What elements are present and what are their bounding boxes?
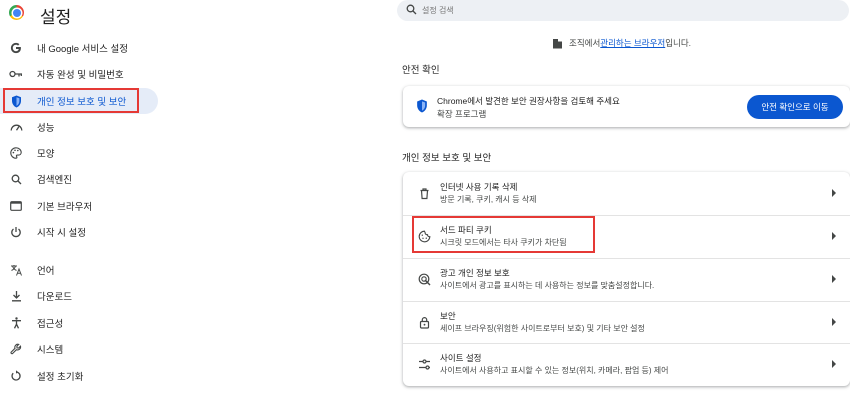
search-icon [406,4,417,15]
sidebar-item-label: 모양 [37,149,55,160]
row-title: 광고 개인 정보 보호 [440,268,510,278]
sidebar-item-label: 내 Google 서비스 설정 [37,44,128,55]
shield-icon [9,94,23,108]
lock-icon [419,317,430,329]
sidebar-item-autofill[interactable]: 자동 완성 및 비밀번호 [0,61,158,87]
safety-check-subtitle: 확장 프로그램 [437,109,487,119]
sidebar-item-label: 성능 [37,123,55,134]
sidebar-item-label: 개인 정보 보호 및 보안 [37,97,127,108]
key-icon [9,67,23,81]
speedometer-icon [9,120,23,134]
wrench-icon [9,342,23,356]
power-icon [9,225,23,239]
safety-check-title: Chrome에서 발견한 보안 권장사항을 검토해 주세요 [437,96,620,106]
sidebar-item-languages[interactable]: 언어 [0,257,158,283]
divider [403,215,850,216]
org-notice-suffix: 입니다. [665,38,692,48]
translate-icon [9,263,23,277]
privacy-heading: 개인 정보 보호 및 보안 [402,153,492,164]
cookie-icon [418,230,431,243]
go-to-safety-check-button[interactable]: 안전 확인으로 이동 [747,95,843,119]
row-third-party-cookies[interactable]: 서드 파티 쿠키 시크릿 모드에서는 타사 쿠키가 차단됨 [403,215,850,258]
sidebar-item-appearance[interactable]: 모양 [0,140,158,166]
reset-icon [9,369,23,383]
row-title: 서드 파티 쿠키 [440,225,492,235]
sidebar-item-system[interactable]: 시스템 [0,336,158,362]
chevron-right-icon [832,360,836,368]
building-icon [553,38,562,48]
ad-privacy-icon [418,273,431,286]
row-security[interactable]: 보안 세이프 브라우징(위험한 사이트로부터 보호) 및 기타 보안 설정 [403,301,850,344]
chevron-right-icon [832,232,836,240]
sidebar-item-label: 언어 [37,266,55,277]
row-title: 사이트 설정 [440,353,482,363]
sidebar-item-privacy-security[interactable]: 개인 정보 보호 및 보안 [0,88,158,114]
palette-icon [9,146,23,160]
row-title: 인터넷 사용 기록 삭제 [440,182,518,192]
divider [403,301,850,302]
sidebar-item-label: 시작 시 설정 [37,228,86,239]
row-subtitle: 시크릿 모드에서는 타사 쿠키가 차단됨 [440,238,567,247]
app-header: 설정 [0,0,200,27]
sidebar-item-label: 기본 브라우저 [37,202,93,213]
sidebar-item-downloads[interactable]: 다운로드 [0,283,158,309]
sidebar-item-label: 자동 완성 및 비밀번호 [37,70,124,81]
safety-check-card: Chrome에서 발견한 보안 권장사항을 검토해 주세요 확장 프로그램 안전… [403,86,850,127]
row-ad-privacy[interactable]: 광고 개인 정보 보호 사이트에서 광고를 표시하는 데 사용하는 정보를 맞춤… [403,258,850,301]
safety-check-heading: 안전 확인 [402,65,440,76]
search-input[interactable] [422,3,822,17]
row-subtitle: 방문 기록, 쿠키, 캐시 등 삭제 [440,195,537,204]
row-subtitle: 사이트에서 사용하고 표시할 수 있는 정보(위치, 카메라, 팝업 등) 제어 [440,366,669,375]
sidebar-item-label: 시스템 [37,345,64,356]
browser-window-icon [9,199,23,213]
sidebar-item-reset-settings[interactable]: 설정 초기화 [0,363,158,389]
search-bar[interactable] [397,0,849,21]
sidebar-item-label: 검색엔진 [37,175,72,186]
download-icon [9,289,23,303]
google-g-icon [9,41,23,55]
sidebar-item-search-engine[interactable]: 검색엔진 [0,166,158,192]
sidebar-item-performance[interactable]: 성능 [0,114,158,140]
row-site-settings[interactable]: 사이트 설정 사이트에서 사용하고 표시할 수 있는 정보(위치, 카메라, 팝… [403,343,850,386]
managed-browser-notice: 조직에서 관리하는 브라우저 입니다. [552,37,691,49]
sidebar-item-google-services[interactable]: 내 Google 서비스 설정 [0,35,158,61]
row-clear-browsing-data[interactable]: 인터넷 사용 기록 삭제 방문 기록, 쿠키, 캐시 등 삭제 [403,172,850,215]
chrome-logo-icon [9,5,24,20]
chevron-right-icon [832,189,836,197]
sidebar-item-label: 설정 초기화 [37,372,84,383]
shield-icon [417,99,427,113]
sidebar-item-accessibility[interactable]: 접근성 [0,310,158,336]
chevron-right-icon [832,318,836,326]
sidebar-item-on-startup[interactable]: 시작 시 설정 [0,219,158,245]
search-icon [9,172,23,186]
row-subtitle: 사이트에서 광고를 표시하는 데 사용하는 정보를 맞춤설정합니다. [440,281,655,290]
org-notice-prefix: 조직에서 [569,38,601,48]
divider [403,258,850,259]
sidebar-item-label: 다운로드 [37,292,72,303]
row-title: 보안 [440,311,456,321]
privacy-settings-card: 인터넷 사용 기록 삭제 방문 기록, 쿠키, 캐시 등 삭제 서드 파티 쿠키… [403,172,850,386]
sidebar-item-default-browser[interactable]: 기본 브라우저 [0,193,158,219]
accessibility-icon [9,316,23,330]
trash-icon [420,188,429,200]
sidebar-item-label: 접근성 [37,319,64,330]
sliders-icon [419,359,430,370]
divider [403,343,850,344]
row-subtitle: 세이프 브라우징(위험한 사이트로부터 보호) 및 기타 보안 설정 [440,324,645,333]
chevron-right-icon [832,275,836,283]
page-title: 설정 [40,8,72,27]
managed-browser-link[interactable]: 관리하는 브라우저 [600,37,665,49]
